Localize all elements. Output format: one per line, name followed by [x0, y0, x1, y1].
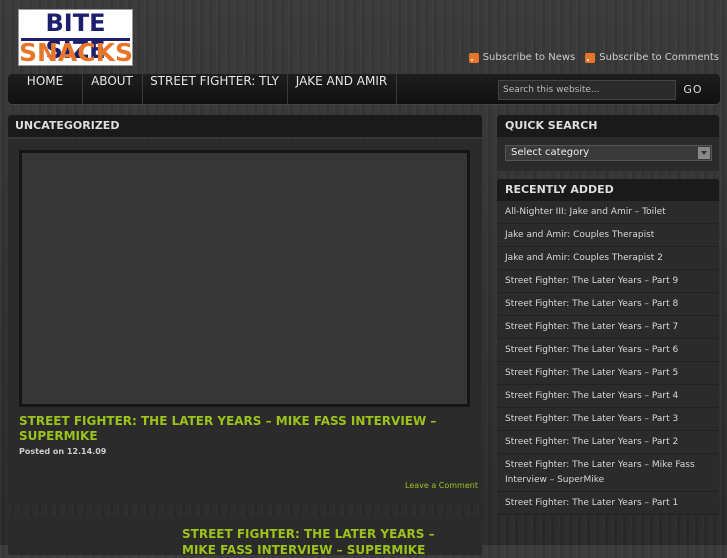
recently-added-heading: RECENTLY ADDED: [497, 179, 719, 201]
recent-item-link[interactable]: Street Fighter: The Later Years – Mike F…: [497, 454, 719, 492]
site-logo[interactable]: BITE SIZE SNACKS: [18, 9, 133, 66]
post-date: 12.14.09: [66, 447, 107, 456]
leave-comment-link[interactable]: Leave a Comment: [405, 481, 478, 490]
recent-item-link[interactable]: Street Fighter: The Later Years – Part 7: [497, 316, 719, 339]
rss-icon: [468, 52, 479, 63]
recent-item-link[interactable]: Street Fighter: The Later Years – Part 6: [497, 339, 719, 362]
post-title-link[interactable]: STREET FIGHTER: THE LATER YEARS – MIKE F…: [19, 414, 439, 444]
nav-item-home[interactable]: HOME: [8, 74, 83, 104]
nav-item-jake-and-amir[interactable]: JAKE AND AMIR: [287, 74, 397, 104]
subscribe-news-label: Subscribe to News: [482, 52, 576, 63]
subscribe-comments-label: Subscribe to Comments: [599, 52, 719, 63]
rss-icon: [585, 52, 596, 63]
recent-item-link[interactable]: Street Fighter: The Later Years – Part 8: [497, 293, 719, 316]
chevron-down-icon: [698, 147, 710, 159]
recent-item-link[interactable]: All-Nighter III: Jake and Amir – Toilet: [497, 201, 719, 224]
recently-added-list: All-Nighter III: Jake and Amir – Toilet …: [497, 201, 719, 515]
video-player[interactable]: [19, 150, 470, 407]
logo-line-1: BITE SIZE: [45, 9, 106, 64]
category-select-value: Select category: [511, 147, 590, 158]
recent-item-link[interactable]: Street Fighter: The Later Years – Part 9: [497, 270, 719, 293]
subscribe-comments-link[interactable]: Subscribe to Comments: [585, 52, 719, 63]
recent-item-link[interactable]: Jake and Amir: Couples Therapist 2: [497, 247, 719, 270]
recent-item-link[interactable]: Street Fighter: The Later Years – Part 2: [497, 431, 719, 454]
search-input[interactable]: Search this website...: [498, 80, 676, 100]
nav-item-street-fighter[interactable]: STREET FIGHTER: TLY: [142, 74, 288, 104]
category-heading: UNCATEGORIZED: [8, 115, 482, 137]
recent-item-link[interactable]: Jake and Amir: Couples Therapist: [497, 224, 719, 247]
nav-item-about[interactable]: ABOUT: [82, 74, 143, 104]
subscribe-news-link[interactable]: Subscribe to News: [468, 52, 576, 63]
quick-search-heading: QUICK SEARCH: [497, 115, 719, 137]
recent-item-link[interactable]: Street Fighter: The Later Years – Part 4: [497, 385, 719, 408]
post-title-link[interactable]: STREET FIGHTER: THE LATER YEARS – MIKE F…: [182, 526, 472, 558]
recent-item-link[interactable]: Street Fighter: The Later Years – Part 5: [497, 362, 719, 385]
category-select[interactable]: Select category: [505, 145, 712, 161]
search-go-button[interactable]: GO: [680, 80, 706, 100]
recent-item-link[interactable]: Street Fighter: The Later Years – Part 1: [497, 492, 719, 515]
posted-on-label: Posted on: [19, 447, 65, 456]
post-meta: Posted on 12.14.09: [19, 447, 106, 456]
recent-item-link[interactable]: Street Fighter: The Later Years – Part 3: [497, 408, 719, 431]
logo-line-2: SNACKS: [19, 38, 134, 67]
subscribe-links: Subscribe to News Subscribe to Comments: [468, 52, 719, 63]
